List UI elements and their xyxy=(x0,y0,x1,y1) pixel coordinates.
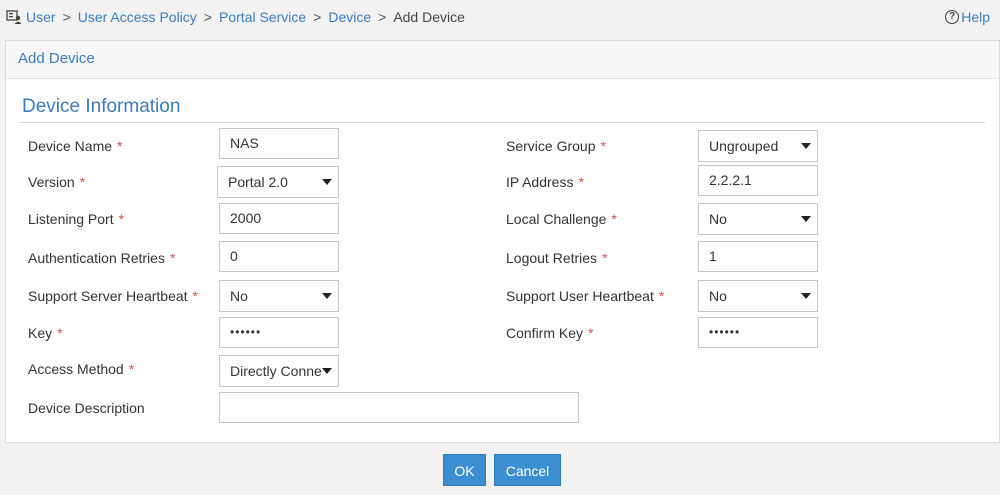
required-mark: * xyxy=(658,288,665,304)
ok-button[interactable]: OK xyxy=(443,454,486,486)
chevron-down-icon xyxy=(801,216,811,222)
breadcrumb-portal-service[interactable]: Portal Service xyxy=(219,9,306,25)
service-group-value: Ungrouped xyxy=(709,138,779,154)
service-group-select[interactable]: Ungrouped xyxy=(698,130,818,162)
required-mark: * xyxy=(611,211,617,227)
confirm-key-input[interactable]: •••••• xyxy=(698,317,818,348)
required-mark: * xyxy=(117,138,123,154)
access-method-value: Directly Connected xyxy=(230,363,322,379)
panel-title: Add Device xyxy=(6,41,999,79)
required-mark: * xyxy=(602,250,608,266)
device-name-label: Device Name * xyxy=(28,138,123,154)
question-icon: ? xyxy=(945,10,960,24)
logout-retries-input[interactable]: 1 xyxy=(698,241,818,272)
section-divider xyxy=(19,122,985,123)
version-value: Portal 2.0 xyxy=(228,174,288,190)
breadcrumb-separator: > xyxy=(203,9,212,25)
user-heartbeat-select[interactable]: No xyxy=(698,280,818,312)
server-heartbeat-select[interactable]: No xyxy=(219,280,339,312)
required-mark: * xyxy=(118,211,125,227)
ip-address-input[interactable]: 2.2.2.1 xyxy=(698,165,818,196)
required-mark: * xyxy=(578,174,584,190)
user-policy-icon xyxy=(6,10,22,24)
required-mark: * xyxy=(192,288,198,304)
key-input[interactable]: •••••• xyxy=(219,317,339,348)
auth-retries-label: Authentication Retries * xyxy=(28,250,176,266)
local-challenge-select[interactable]: No xyxy=(698,203,818,235)
required-mark: * xyxy=(588,325,594,341)
breadcrumb-user-access-policy[interactable]: User Access Policy xyxy=(78,9,197,25)
chevron-down-icon xyxy=(322,293,332,299)
user-heartbeat-value: No xyxy=(709,288,727,304)
help-label: Help xyxy=(961,9,990,25)
breadcrumb-current: Add Device xyxy=(393,9,465,25)
ip-address-label: IP Address * xyxy=(506,174,584,190)
chevron-down-icon xyxy=(801,143,811,149)
chevron-down-icon xyxy=(801,293,811,299)
device-name-input[interactable]: NAS xyxy=(219,128,339,159)
chevron-down-icon xyxy=(322,179,332,185)
version-label: Version * xyxy=(28,174,86,190)
logout-retries-label: Logout Retries * xyxy=(506,250,608,266)
required-mark: * xyxy=(128,361,135,377)
key-label: Key * xyxy=(28,325,63,341)
local-challenge-label: Local Challenge * xyxy=(506,211,617,227)
breadcrumb-separator: > xyxy=(313,9,322,25)
breadcrumb-user[interactable]: User xyxy=(26,9,56,25)
confirm-key-label: Confirm Key * xyxy=(506,325,594,341)
device-description-label: Device Description xyxy=(28,400,145,416)
listening-port-input[interactable]: 2000 xyxy=(219,203,339,234)
required-mark: * xyxy=(600,138,606,154)
breadcrumb: User > User Access Policy > Portal Servi… xyxy=(0,0,1000,34)
server-heartbeat-label: Support Server Heartbeat * xyxy=(28,288,198,304)
breadcrumb-device[interactable]: Device xyxy=(328,9,371,25)
server-heartbeat-value: No xyxy=(230,288,248,304)
local-challenge-value: No xyxy=(709,211,727,227)
breadcrumb-separator: > xyxy=(378,9,387,25)
add-device-panel: Add Device Device Information Device Nam… xyxy=(5,40,1000,443)
cancel-button[interactable]: Cancel xyxy=(494,454,561,486)
user-heartbeat-label: Support User Heartbeat * xyxy=(506,288,665,304)
auth-retries-input[interactable]: 0 xyxy=(219,241,339,272)
access-method-select[interactable]: Directly Connected xyxy=(219,355,339,387)
help-link[interactable]: ? Help xyxy=(945,9,990,25)
required-mark: * xyxy=(57,325,63,341)
chevron-down-icon xyxy=(322,368,332,374)
breadcrumb-separator: > xyxy=(62,9,71,25)
section-title: Device Information xyxy=(22,96,181,117)
service-group-label: Service Group * xyxy=(506,138,606,154)
required-mark: * xyxy=(79,174,86,190)
version-select[interactable]: Portal 2.0 xyxy=(217,166,339,198)
required-mark: * xyxy=(169,250,176,266)
listening-port-label: Listening Port * xyxy=(28,211,125,227)
access-method-label: Access Method * xyxy=(28,361,135,377)
device-description-input[interactable] xyxy=(219,392,579,423)
